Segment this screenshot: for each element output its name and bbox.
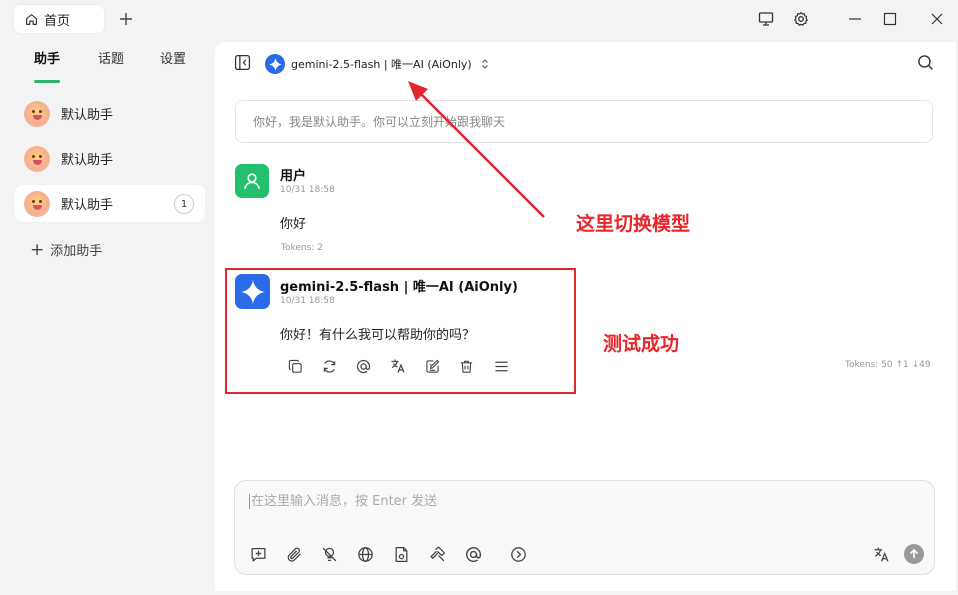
annotation-model-switch: 这里切换模型 [576, 213, 691, 235]
welcome-message: 你好，我是默认助手。你可以立刻开始跟我聊天 [235, 100, 933, 143]
tab-settings[interactable]: 设置 [142, 50, 204, 84]
sidebar-item-assistant[interactable]: 默认助手 [15, 95, 205, 132]
chat-header: gemini-2.5-flash | 唯一AI (AiOnly) [215, 42, 956, 84]
title-bar: 首页 [0, 0, 958, 38]
model-name: gemini-2.5-flash | 唯一AI (AiOnly) [291, 58, 472, 71]
arrow-up-icon [909, 548, 919, 558]
message-time: 10/31 18:58 [280, 185, 335, 195]
tools-button[interactable] [427, 544, 447, 564]
plus-icon: + [30, 239, 45, 260]
gear-icon [794, 11, 808, 26]
add-assistant-button[interactable]: + 添加助手 [30, 240, 102, 259]
web-search-button[interactable] [355, 544, 375, 564]
assistant-label: 默认助手 [61, 153, 114, 168]
topic-count-badge: 1 [174, 194, 194, 214]
close-icon [931, 13, 943, 25]
monitor-button[interactable] [756, 9, 776, 29]
tab-assistants[interactable]: 助手 [14, 50, 80, 84]
home-icon [26, 13, 37, 25]
search-icon [918, 55, 933, 70]
message-author: 用户 [280, 169, 307, 184]
web-search-off-icon [322, 547, 336, 561]
message-input[interactable] [249, 494, 909, 509]
sidebar-toggle-button[interactable] [234, 54, 251, 71]
message-input-box [234, 480, 935, 575]
mention-icon [465, 546, 481, 562]
message-text: 你好 [280, 217, 307, 232]
search-button[interactable] [917, 54, 934, 71]
globe-icon [357, 546, 373, 562]
user-avatar [235, 164, 269, 198]
maximize-button[interactable] [880, 9, 900, 29]
send-button[interactable] [904, 544, 924, 564]
sidebar: 助手 话题 设置 默认助手 默认助手 默认助手 1 + 添加助手 [0, 38, 215, 595]
knowledge-file-button[interactable] [391, 544, 411, 564]
maximize-icon [883, 12, 897, 26]
attachment-button[interactable] [284, 544, 304, 564]
assistant-label: 默认助手 [61, 198, 114, 213]
minimize-button[interactable] [845, 9, 865, 29]
plus-icon [120, 13, 132, 25]
annotation-test-success: 测试成功 [603, 333, 680, 355]
close-button[interactable] [927, 9, 947, 29]
tab-home[interactable]: 首页 [14, 5, 104, 33]
assistant-avatar [24, 145, 50, 172]
file-icon [395, 546, 407, 562]
message-tokens: Tokens: 2 [281, 243, 323, 253]
mention-model-button[interactable] [463, 544, 483, 564]
new-topic-button[interactable] [248, 544, 268, 564]
expand-button[interactable] [508, 544, 528, 564]
web-search-toggle[interactable] [319, 544, 339, 564]
translate-input-button[interactable] [871, 544, 891, 564]
highlight-box [225, 268, 576, 394]
monitor-icon [758, 12, 774, 26]
attachment-icon [287, 547, 301, 562]
tab-topics[interactable]: 话题 [80, 50, 142, 84]
tab-home-label: 首页 [44, 13, 71, 29]
assistant-label: 默认助手 [61, 108, 114, 123]
add-assistant-label: 添加助手 [50, 244, 103, 259]
settings-button[interactable] [791, 9, 811, 29]
chevron-updown-icon [481, 59, 488, 69]
new-topic-icon [250, 547, 266, 562]
sidebar-collapse-icon [234, 54, 251, 71]
user-icon [244, 173, 260, 190]
translate-icon [874, 547, 888, 562]
model-selector[interactable]: gemini-2.5-flash | 唯一AI (AiOnly) [265, 54, 491, 74]
assistant-avatar [24, 190, 50, 217]
add-tab-button[interactable] [116, 9, 136, 29]
sidebar-tabs: 助手 话题 设置 [14, 50, 210, 84]
sidebar-item-assistant-active[interactable]: 默认助手 1 [15, 185, 205, 222]
hammer-icon [429, 545, 445, 561]
sidebar-item-assistant[interactable]: 默认助手 [15, 140, 205, 177]
gemini-icon [265, 54, 285, 74]
expand-icon [510, 546, 526, 562]
assistant-avatar [24, 100, 50, 127]
minimize-icon [849, 18, 861, 20]
message-tokens: Tokens: 50 ↑1 ↓49 [845, 360, 931, 370]
